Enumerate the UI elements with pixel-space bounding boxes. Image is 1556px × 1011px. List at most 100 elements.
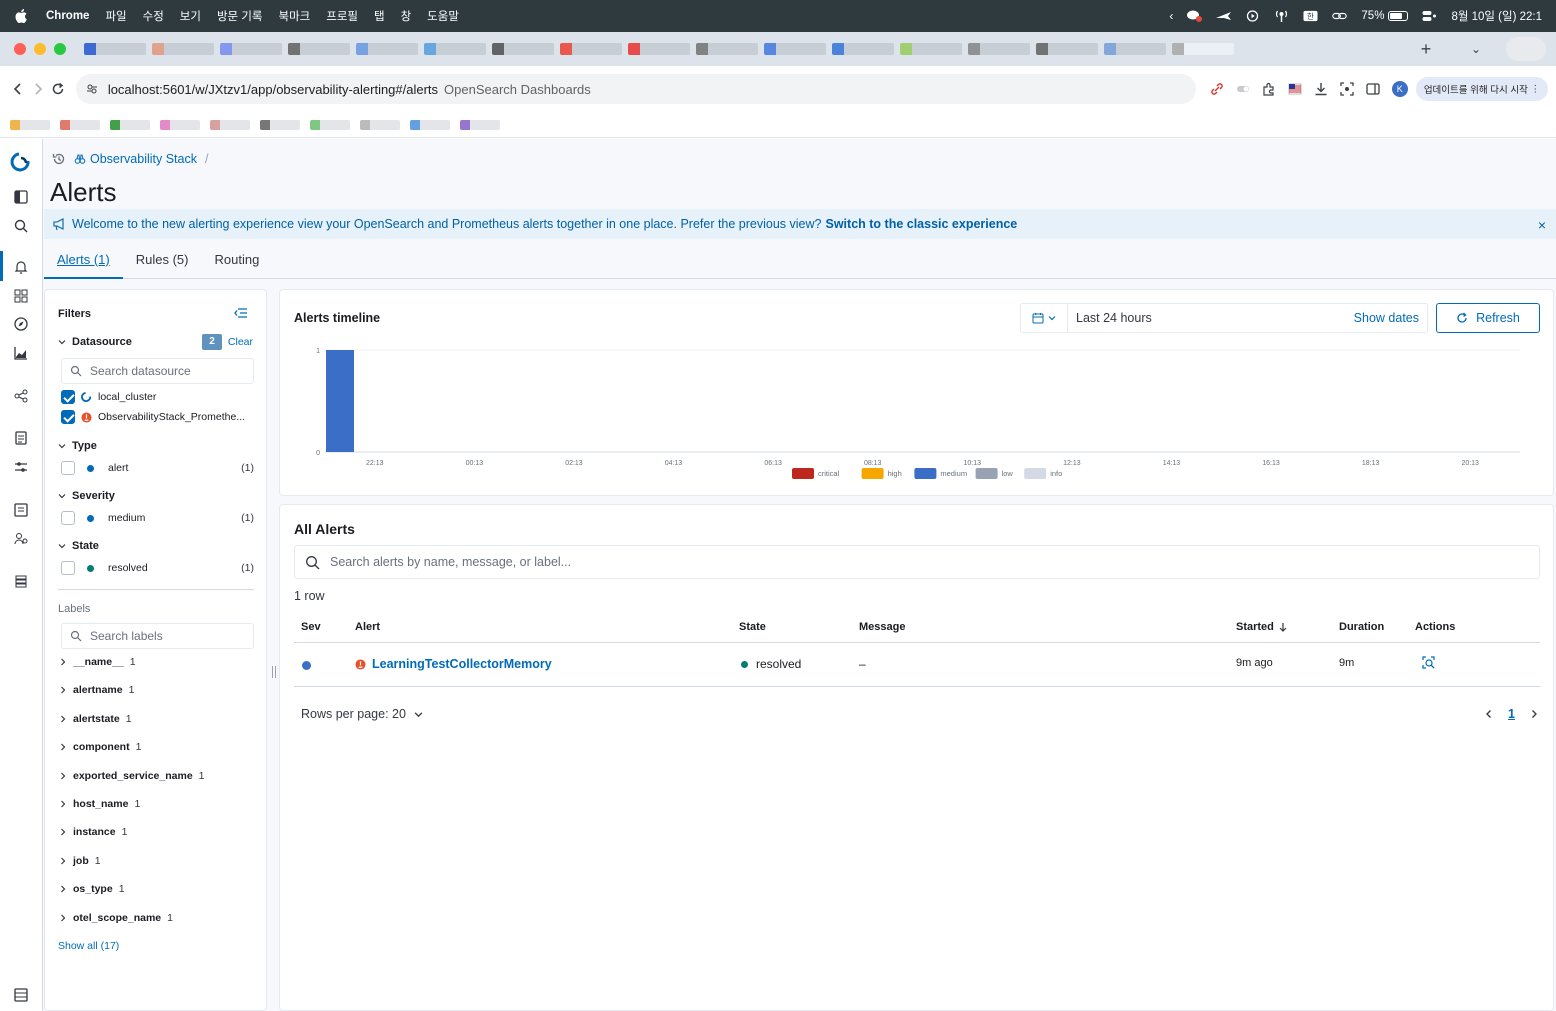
chevron-right-icon[interactable] — [1529, 709, 1539, 719]
link-extension-icon[interactable] — [1210, 82, 1224, 96]
col-message[interactable]: Message — [859, 621, 905, 633]
col-alert[interactable]: Alert — [355, 621, 380, 633]
close-window-button[interactable] — [14, 43, 26, 55]
site-info-icon[interactable] — [86, 83, 98, 95]
notebook-icon[interactable] — [13, 430, 29, 446]
label-filter-item[interactable]: exported_service_name 1 — [59, 770, 205, 782]
tab-alerts[interactable]: Alerts (1) — [44, 241, 123, 279]
collapse-filters-icon[interactable] — [234, 307, 248, 319]
type-checkbox[interactable] — [61, 461, 75, 475]
browser-tab[interactable] — [356, 43, 418, 55]
browser-tab[interactable] — [764, 43, 826, 55]
datasource-checkbox[interactable] — [61, 410, 75, 424]
play-circle-icon[interactable] — [1245, 10, 1260, 22]
link-chain-icon[interactable] — [1332, 10, 1348, 22]
recent-history-icon[interactable] — [52, 152, 66, 166]
label-filter-item[interactable]: host_name 1 — [59, 798, 140, 810]
bookmark-item[interactable] — [10, 119, 50, 130]
label-filter-item[interactable]: os_type 1 — [59, 883, 125, 895]
update-relaunch-button[interactable]: 업데이트를 위해 다시 시작 ⋮ — [1415, 77, 1549, 101]
browser-tab[interactable] — [492, 43, 554, 55]
type-option[interactable]: alert (1) — [61, 461, 254, 475]
chevron-left-icon[interactable] — [1484, 709, 1494, 719]
search-icon[interactable] — [13, 218, 29, 234]
datasource-search-input[interactable]: Search datasource — [61, 358, 254, 384]
state-option[interactable]: resolved (1) — [61, 561, 254, 575]
menu-edit[interactable]: 수정 — [143, 8, 164, 24]
bookmark-item[interactable] — [210, 119, 250, 130]
reload-button[interactable] — [48, 75, 68, 103]
bookmark-item[interactable] — [410, 119, 450, 130]
profile-avatar-button[interactable]: K — [1391, 81, 1408, 97]
storage-stack-icon[interactable] — [13, 573, 29, 589]
screenshot-icon[interactable] — [1340, 82, 1354, 96]
menu-app-name[interactable]: Chrome — [46, 10, 89, 22]
users-roles-icon[interactable] — [13, 531, 29, 547]
bookmark-item[interactable] — [460, 119, 500, 130]
col-started[interactable]: Started — [1236, 621, 1288, 633]
browser-tab[interactable] — [1036, 43, 1098, 55]
download-icon[interactable] — [1314, 82, 1328, 96]
browser-tab[interactable] — [424, 43, 486, 55]
label-filter-item[interactable]: __name__ 1 — [59, 656, 136, 668]
clear-datasource-button[interactable]: Clear — [228, 336, 253, 348]
airplane-icon[interactable] — [1216, 10, 1232, 22]
profile-avatar[interactable] — [1506, 37, 1546, 61]
bookmark-item[interactable] — [60, 119, 100, 130]
severity-section-toggle[interactable]: Severity — [58, 490, 115, 502]
battery-indicator[interactable]: 75% — [1361, 10, 1409, 22]
graph-nodes-icon[interactable] — [13, 388, 29, 404]
col-state[interactable]: State — [739, 621, 766, 633]
browser-tab[interactable] — [1104, 43, 1166, 55]
new-tab-icon[interactable]: + — [1414, 39, 1438, 60]
alert-name-link[interactable]: LearningTestCollectorMemory — [372, 657, 552, 671]
browser-tab[interactable] — [84, 43, 146, 55]
menu-view[interactable]: 보기 — [180, 8, 201, 24]
menu-history[interactable]: 방문 기록 — [217, 8, 263, 24]
address-bar[interactable]: localhost:5601/w/JXtzv1/app/observabilit… — [75, 74, 1196, 104]
visualize-chart-icon[interactable] — [13, 345, 29, 361]
minimize-window-button[interactable] — [34, 43, 46, 55]
browser-tab[interactable] — [560, 43, 622, 55]
labels-search-input[interactable]: Search labels — [61, 623, 254, 649]
browser-tab[interactable] — [288, 43, 350, 55]
apps-grid-icon[interactable] — [13, 288, 29, 304]
inspect-alert-button[interactable] — [1421, 655, 1436, 670]
switch-classic-link[interactable]: Switch to the classic experience — [826, 217, 1018, 231]
close-icon[interactable]: × — [1538, 217, 1546, 233]
browser-tab[interactable] — [696, 43, 758, 55]
logs-list-icon[interactable] — [13, 502, 29, 518]
bookmark-item[interactable] — [260, 119, 300, 130]
browser-tab[interactable] — [900, 43, 962, 55]
label-filter-item[interactable]: alertname 1 — [59, 684, 134, 696]
label-filter-item[interactable]: otel_scope_name 1 — [59, 912, 173, 924]
table-row[interactable]: LearningTestCollectorMemory resolved – 9… — [294, 643, 1540, 687]
flag-extension-icon[interactable] — [1288, 82, 1302, 96]
menu-profile[interactable]: 프로필 — [326, 8, 358, 24]
chevron-down-icon[interactable]: ⌄ — [1464, 42, 1488, 56]
alerts-search-input[interactable]: Search alerts by name, message, or label… — [294, 545, 1540, 579]
chevron-left-icon[interactable]: ‹ — [1169, 9, 1173, 23]
browser-tab[interactable] — [220, 43, 282, 55]
tab-rules[interactable]: Rules (5) — [123, 241, 202, 279]
datasource-option[interactable]: local_cluster — [61, 390, 254, 404]
integration-sliders-icon[interactable] — [13, 459, 29, 475]
address-url[interactable]: localhost:5601/w/JXtzv1/app/observabilit… — [108, 82, 438, 97]
rows-per-page-select[interactable]: Rows per page: 20 — [301, 707, 423, 721]
control-center-icon[interactable] — [1422, 10, 1437, 22]
keyboard-input-icon[interactable]: 한 — [1303, 10, 1318, 22]
toggle-extension-icon[interactable] — [1236, 82, 1250, 96]
label-filter-item[interactable]: alertstate 1 — [59, 713, 132, 725]
type-section-toggle[interactable]: Type — [58, 440, 97, 452]
collapse-menu-icon[interactable] — [13, 987, 29, 1003]
bell-alerts-icon[interactable] — [13, 259, 29, 275]
menu-help[interactable]: 도움말 — [427, 8, 459, 24]
wechat-icon[interactable] — [1187, 10, 1203, 22]
browser-tab[interactable] — [968, 43, 1030, 55]
breadcrumb-workspace[interactable]: Observability Stack — [74, 152, 197, 166]
label-filter-item[interactable]: component 1 — [59, 741, 141, 753]
browser-tab[interactable] — [832, 43, 894, 55]
back-button[interactable] — [8, 75, 28, 103]
broadcast-icon[interactable] — [1274, 10, 1289, 22]
datasource-section-toggle[interactable]: Datasource — [58, 336, 132, 348]
